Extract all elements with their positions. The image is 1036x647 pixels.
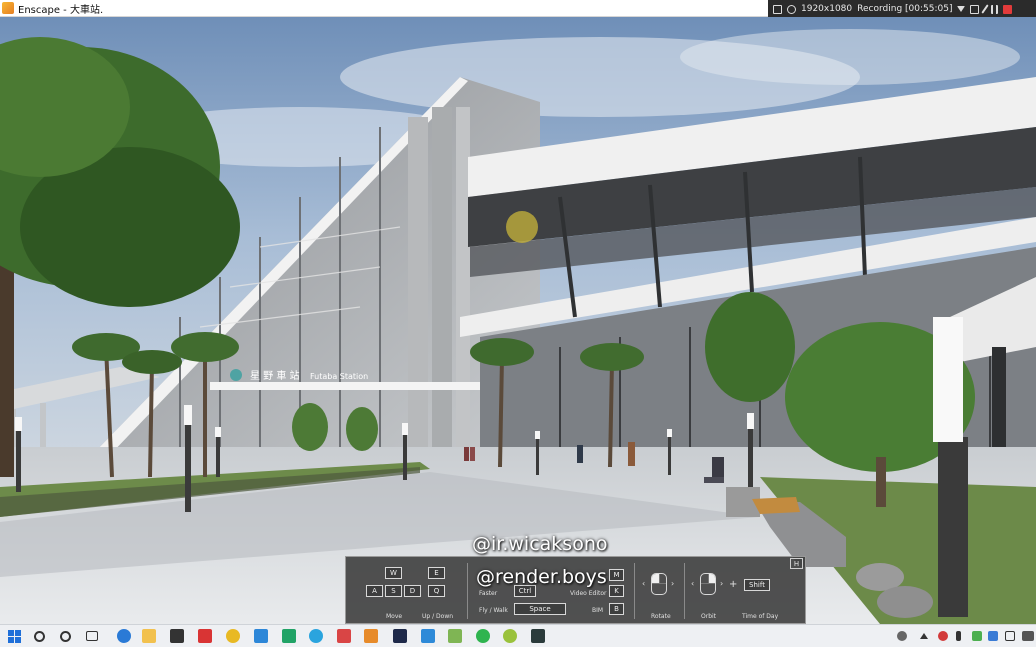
telegram-icon[interactable] bbox=[309, 629, 323, 643]
enscape-logo-icon bbox=[2, 2, 14, 14]
people-icon[interactable] bbox=[897, 631, 907, 641]
window-title: Enscape - 大車站. bbox=[18, 4, 104, 16]
render-viewport[interactable]: 星 野 車 站 Futaba Station H W A S D E Q Mov… bbox=[0, 17, 1036, 624]
key-shift: Shift bbox=[744, 579, 770, 591]
search-icon[interactable] bbox=[787, 4, 796, 14]
key-b: B bbox=[609, 603, 624, 615]
camera-icon[interactable] bbox=[970, 4, 980, 14]
nvidia-icon[interactable] bbox=[972, 631, 982, 641]
enscape-window: Enscape - 大車站. 1920x1080 Recording [00:5… bbox=[0, 0, 1036, 647]
key-m: M bbox=[609, 569, 624, 581]
help-toggle-button[interactable]: H bbox=[790, 558, 803, 569]
app-icon[interactable] bbox=[503, 629, 517, 643]
screen-icon[interactable] bbox=[773, 4, 782, 14]
acrobat-icon[interactable] bbox=[198, 629, 212, 643]
mouse-right-click-icon bbox=[700, 573, 716, 595]
app-icon[interactable] bbox=[421, 629, 435, 643]
enscape-icon[interactable] bbox=[364, 629, 378, 643]
arrow-right-icon: › bbox=[671, 579, 675, 588]
record-tray-icon[interactable] bbox=[938, 631, 948, 641]
microphone-icon[interactable] bbox=[956, 631, 961, 641]
sheets-icon[interactable] bbox=[282, 629, 296, 643]
mouse-left-click-icon bbox=[651, 573, 667, 595]
chevron-up-icon[interactable] bbox=[920, 633, 928, 639]
key-w: W bbox=[385, 567, 402, 579]
photoshop-icon[interactable] bbox=[393, 629, 407, 643]
key-k: K bbox=[609, 585, 624, 597]
label-video-editor: Video Editor bbox=[570, 590, 607, 597]
search-icon[interactable] bbox=[34, 631, 45, 642]
recorder-resolution[interactable]: 1920x1080 bbox=[801, 4, 852, 14]
key-s: S bbox=[385, 585, 402, 597]
app-icon[interactable] bbox=[448, 629, 462, 643]
stop-icon[interactable] bbox=[1003, 4, 1013, 14]
pen-icon[interactable] bbox=[981, 4, 990, 14]
label-move: Move bbox=[386, 613, 403, 620]
wifi-icon[interactable] bbox=[1005, 631, 1015, 641]
app-tray-icon[interactable] bbox=[988, 631, 998, 641]
file-explorer-icon[interactable] bbox=[142, 629, 156, 643]
arrow-right-icon: › bbox=[720, 579, 724, 588]
display-icon[interactable] bbox=[1022, 631, 1034, 641]
watermark-1: @ir.wicaksono bbox=[472, 533, 608, 555]
label-bim: BIM bbox=[592, 607, 604, 614]
app-icon[interactable] bbox=[531, 629, 545, 643]
task-view-icon[interactable] bbox=[86, 631, 98, 641]
arrow-left-icon: ‹ bbox=[691, 579, 695, 588]
pause-icon[interactable] bbox=[991, 4, 999, 14]
arrow-left-icon: ‹ bbox=[642, 579, 646, 588]
store-icon[interactable] bbox=[170, 629, 184, 643]
cortana-icon[interactable] bbox=[60, 631, 71, 642]
windows-start-icon[interactable] bbox=[8, 630, 21, 643]
sketchup-icon[interactable] bbox=[337, 629, 351, 643]
key-space: Space bbox=[514, 603, 566, 615]
key-q: Q bbox=[428, 585, 445, 597]
label-faster: Faster bbox=[479, 590, 498, 597]
windows-taskbar bbox=[0, 624, 1036, 647]
divider bbox=[684, 563, 685, 619]
label-up-down: Up / Down bbox=[422, 613, 454, 620]
divider bbox=[634, 563, 635, 619]
label-rotate: Rotate bbox=[651, 613, 671, 620]
chrome-icon[interactable] bbox=[226, 629, 240, 643]
recorder-status: Recording [00:55:05] bbox=[857, 4, 953, 14]
mail-icon[interactable] bbox=[254, 629, 268, 643]
station-sign: 星 野 車 站 bbox=[250, 369, 300, 382]
cursor-hand-icon bbox=[506, 211, 538, 243]
label-time-of-day: Time of Day bbox=[742, 613, 779, 620]
watermark-2: @render.boys bbox=[476, 566, 607, 588]
whatsapp-icon[interactable] bbox=[476, 629, 490, 643]
chevron-down-icon[interactable] bbox=[957, 6, 966, 12]
recorder-bar: 1920x1080 Recording [00:55:05] bbox=[768, 0, 1036, 18]
entrance-canopy bbox=[210, 382, 485, 390]
label-orbit: Orbit bbox=[701, 613, 717, 620]
key-e: E bbox=[428, 567, 445, 579]
key-d: D bbox=[404, 585, 421, 597]
edge-icon[interactable] bbox=[117, 629, 131, 643]
label-fly-walk: Fly / Walk bbox=[479, 607, 508, 614]
divider bbox=[467, 563, 468, 619]
plus-sign: + bbox=[729, 579, 738, 590]
station-sign-subtext: Futaba Station bbox=[310, 372, 368, 381]
key-a: A bbox=[366, 585, 383, 597]
